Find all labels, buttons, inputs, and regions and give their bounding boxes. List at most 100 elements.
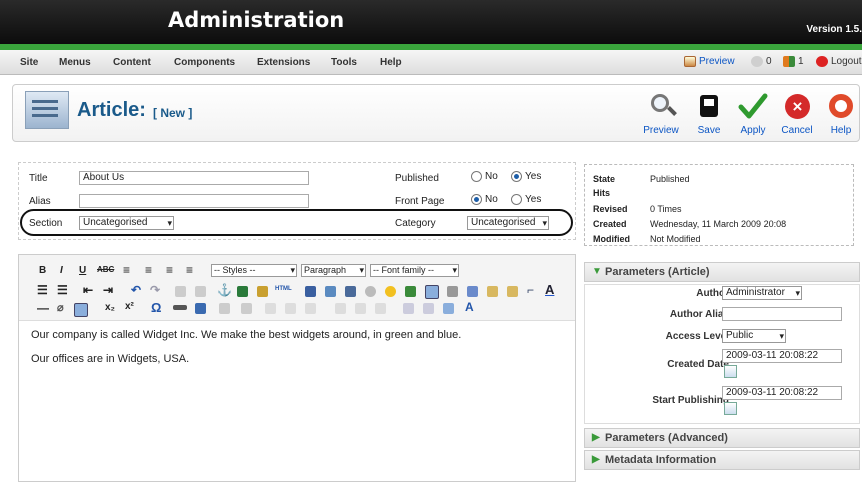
frontpage-no-radio[interactable]: No [471, 194, 498, 205]
subscript-icon[interactable]: x₂ [105, 302, 115, 313]
format-select[interactable]: Paragraph [301, 264, 366, 277]
delete-col-icon[interactable] [375, 303, 386, 314]
col-after-icon[interactable] [355, 303, 366, 314]
menu-extensions[interactable]: Extensions [257, 57, 310, 68]
align-justify-icon[interactable]: ≡ [186, 263, 193, 277]
radio-icon [471, 171, 482, 182]
remove-format-icon[interactable]: ⌀ [57, 301, 64, 314]
alias-field[interactable] [79, 194, 309, 208]
apply-button[interactable]: Apply [731, 93, 775, 136]
special-char-icon[interactable]: Ω [151, 300, 161, 315]
title-label: Title [29, 173, 48, 184]
replace-icon[interactable] [325, 286, 336, 297]
author-alias-field[interactable] [722, 307, 842, 321]
bold-button[interactable]: B [39, 265, 46, 276]
undo-icon[interactable]: ↶ [131, 283, 141, 297]
indent-icon[interactable]: ⇥ [103, 283, 113, 297]
cancel-button[interactable]: × Cancel [775, 93, 819, 136]
styles-select[interactable]: -- Styles -- [211, 264, 297, 277]
strikethrough-button[interactable]: ABC [97, 265, 114, 274]
save-button[interactable]: Save [687, 93, 731, 136]
help-button[interactable]: Help [819, 93, 862, 136]
menu-help[interactable]: Help [380, 57, 402, 68]
numbered-list-icon[interactable]: ☰ [57, 283, 68, 297]
parameters-advanced-toggle[interactable]: ▶ Parameters (Advanced) [584, 428, 860, 448]
content-editor: B I U ABC ≡ ≡ ≡ ≡ -- Styles -- Paragraph… [18, 254, 576, 482]
calendar-icon[interactable] [724, 402, 737, 415]
anchor-icon[interactable]: ⚓ [217, 283, 232, 297]
font-family-select[interactable]: -- Font family -- [370, 264, 459, 277]
table-icon[interactable] [219, 303, 230, 314]
created-date-label: Created Date [667, 359, 729, 370]
underline-button[interactable]: U [79, 265, 86, 276]
insert-time-icon[interactable] [365, 286, 376, 297]
title-field[interactable]: About Us [79, 171, 309, 185]
editor-paragraph-2[interactable]: Our offices are in Widgets, USA. [31, 353, 189, 365]
menu-tools[interactable]: Tools [331, 57, 357, 68]
italic-button[interactable]: I [60, 265, 63, 276]
align-right-icon[interactable]: ≡ [166, 263, 173, 277]
image-icon[interactable] [237, 286, 248, 297]
editor-paragraph-1[interactable]: Our company is called Widget Inc. We mak… [31, 329, 461, 341]
cell-props-icon[interactable] [443, 303, 454, 314]
insert-date-icon[interactable] [345, 286, 356, 297]
text-color-icon[interactable]: A [545, 282, 554, 297]
table-props-icon[interactable] [241, 303, 252, 314]
users-online[interactable]: 1 [783, 56, 804, 67]
author-select[interactable]: Administrator [722, 286, 802, 300]
superscript-icon[interactable]: x² [125, 301, 134, 312]
published-yes-radio[interactable]: Yes [511, 171, 541, 182]
copy-icon[interactable] [487, 286, 498, 297]
calendar-icon[interactable] [724, 365, 737, 378]
edit-icon[interactable] [195, 303, 206, 314]
paste-icon[interactable] [507, 286, 518, 297]
html-icon[interactable]: HTML [275, 286, 292, 292]
fullscreen-icon[interactable] [467, 286, 478, 297]
preview-link[interactable]: Preview [684, 56, 735, 67]
col-before-icon[interactable] [335, 303, 346, 314]
frontpage-yes-radio[interactable]: Yes [511, 194, 541, 205]
article-toolbar: Article: [ New ] Preview Save Apply × Ca… [12, 84, 860, 142]
crop-icon[interactable]: ⌐ [527, 283, 534, 297]
media-icon[interactable] [405, 286, 416, 297]
rtl-icon[interactable] [447, 286, 458, 297]
pagebreak-icon[interactable] [173, 305, 187, 310]
frontpage-no-label: No [485, 194, 498, 205]
merge-cells-icon[interactable] [423, 303, 434, 314]
ltr-icon[interactable] [425, 285, 439, 299]
editor-toolbar: B I U ABC ≡ ≡ ≡ ≡ -- Styles -- Paragraph… [19, 255, 575, 321]
link-icon[interactable] [175, 286, 186, 297]
delete-row-icon[interactable] [305, 303, 316, 314]
access-level-select[interactable]: Public [722, 329, 786, 343]
created-date-field[interactable]: 2009-03-11 20:08:22 [722, 349, 842, 363]
preview-button[interactable]: Preview [639, 93, 683, 136]
row-before-icon[interactable] [265, 303, 276, 314]
menu-menus[interactable]: Menus [59, 57, 91, 68]
row-after-icon[interactable] [285, 303, 296, 314]
parameters-article-toggle[interactable]: ▼ Parameters (Article) [584, 262, 860, 282]
published-no-radio[interactable]: No [471, 171, 498, 182]
find-icon[interactable] [305, 286, 316, 297]
checkmark-icon [738, 93, 768, 121]
split-cells-icon[interactable] [403, 303, 414, 314]
align-left-icon[interactable]: ≡ [123, 263, 130, 277]
emoticon-icon[interactable] [385, 286, 396, 297]
redo-icon[interactable]: ↷ [150, 283, 160, 297]
parameters-article-title: Parameters (Article) [605, 266, 710, 278]
unlink-icon[interactable] [195, 286, 206, 297]
menu-components[interactable]: Components [174, 57, 235, 68]
align-center-icon[interactable]: ≡ [145, 263, 152, 277]
bullet-list-icon[interactable]: ☰ [37, 283, 48, 297]
logout-link[interactable]: Logout [816, 56, 862, 67]
styleprops-icon[interactable]: A [465, 300, 474, 314]
menu-site[interactable]: Site [20, 57, 38, 68]
horizontal-rule-icon[interactable]: — [37, 301, 49, 315]
messages-count[interactable]: 0 [751, 56, 772, 67]
menu-content[interactable]: Content [113, 57, 151, 68]
metadata-toggle[interactable]: ▶ Metadata Information [584, 450, 860, 470]
cleanup-icon[interactable] [257, 286, 268, 297]
start-publishing-field[interactable]: 2009-03-11 20:08:22 [722, 386, 842, 400]
outdent-icon[interactable]: ⇤ [83, 283, 93, 297]
visual-aid-icon[interactable] [74, 303, 88, 317]
expanded-arrow-icon: ▼ [592, 266, 602, 277]
